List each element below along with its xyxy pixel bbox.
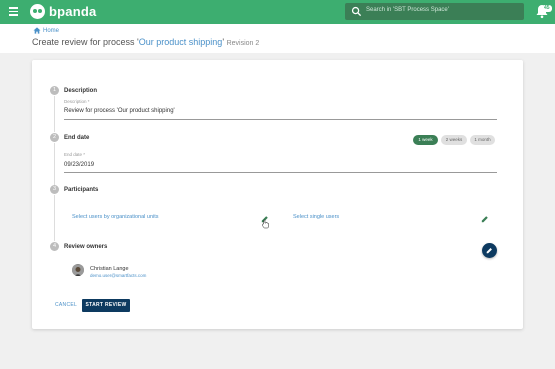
home-icon — [33, 27, 41, 34]
step-title-participants: Participants — [64, 187, 99, 193]
step-connector — [54, 143, 55, 186]
menu-icon[interactable] — [9, 7, 18, 16]
edit-owners-button[interactable] — [482, 243, 497, 258]
breadcrumb[interactable]: Home — [33, 27, 59, 34]
step-number: 2 — [50, 133, 59, 142]
edit-single-users-icon[interactable] — [481, 215, 489, 223]
description-field[interactable]: Review for process 'Our product shipping… — [64, 108, 175, 114]
title-prefix: Create review for process ' — [32, 37, 139, 47]
brand-name[interactable]: bpanda — [49, 4, 96, 19]
step-title-end-date: End date — [64, 135, 90, 141]
page-title: Create review for process 'Our product s… — [32, 37, 259, 47]
duration-chip-1-week[interactable]: 1 week — [413, 135, 438, 145]
description-underline — [64, 119, 497, 120]
breadcrumb-home[interactable]: Home — [43, 28, 59, 34]
avatar — [72, 264, 84, 276]
pencil-icon — [486, 248, 492, 254]
start-review-button[interactable]: START REVIEW — [82, 299, 130, 312]
step-connector — [54, 195, 55, 241]
owner-email-link[interactable]: demo.user@smartfacts.com — [90, 273, 146, 278]
search-icon — [351, 6, 362, 17]
process-name: Our product shipping — [138, 37, 223, 47]
select-single-users-link[interactable]: Select single users — [293, 214, 339, 220]
end-date-field[interactable]: 09/23/2019 — [64, 162, 94, 168]
search-box[interactable]: Search in 'SBT Process Space' — [345, 3, 524, 20]
description-label: Description * — [64, 99, 90, 104]
notification-badge: 45 — [542, 5, 552, 12]
step-number: 1 — [50, 86, 59, 95]
mouse-pointer-icon — [262, 219, 269, 229]
review-form-card — [32, 60, 523, 329]
step-number: 3 — [50, 185, 59, 194]
end-date-label: End date * — [64, 152, 86, 157]
cancel-button[interactable]: CANCEL — [55, 302, 77, 308]
duration-chip-1-month[interactable]: 1 month — [470, 135, 495, 145]
duration-chip-2-weeks[interactable]: 2 weeks — [441, 135, 467, 145]
end-date-underline — [64, 172, 497, 173]
revision-label: Revision 2 — [226, 40, 260, 47]
select-users-by-org-units-link[interactable]: Select users by organizational units — [72, 214, 159, 220]
step-connector — [54, 96, 55, 132]
bpanda-logo-icon[interactable] — [30, 4, 45, 19]
search-input[interactable]: Search in 'SBT Process Space' — [366, 7, 449, 13]
title-suffix: ' — [222, 37, 225, 47]
owner-name: Christian Lange — [90, 266, 129, 272]
step-title-description: Description — [64, 88, 98, 94]
step-title-review-owners: Review owners — [64, 244, 108, 250]
step-number: 4 — [50, 242, 59, 251]
